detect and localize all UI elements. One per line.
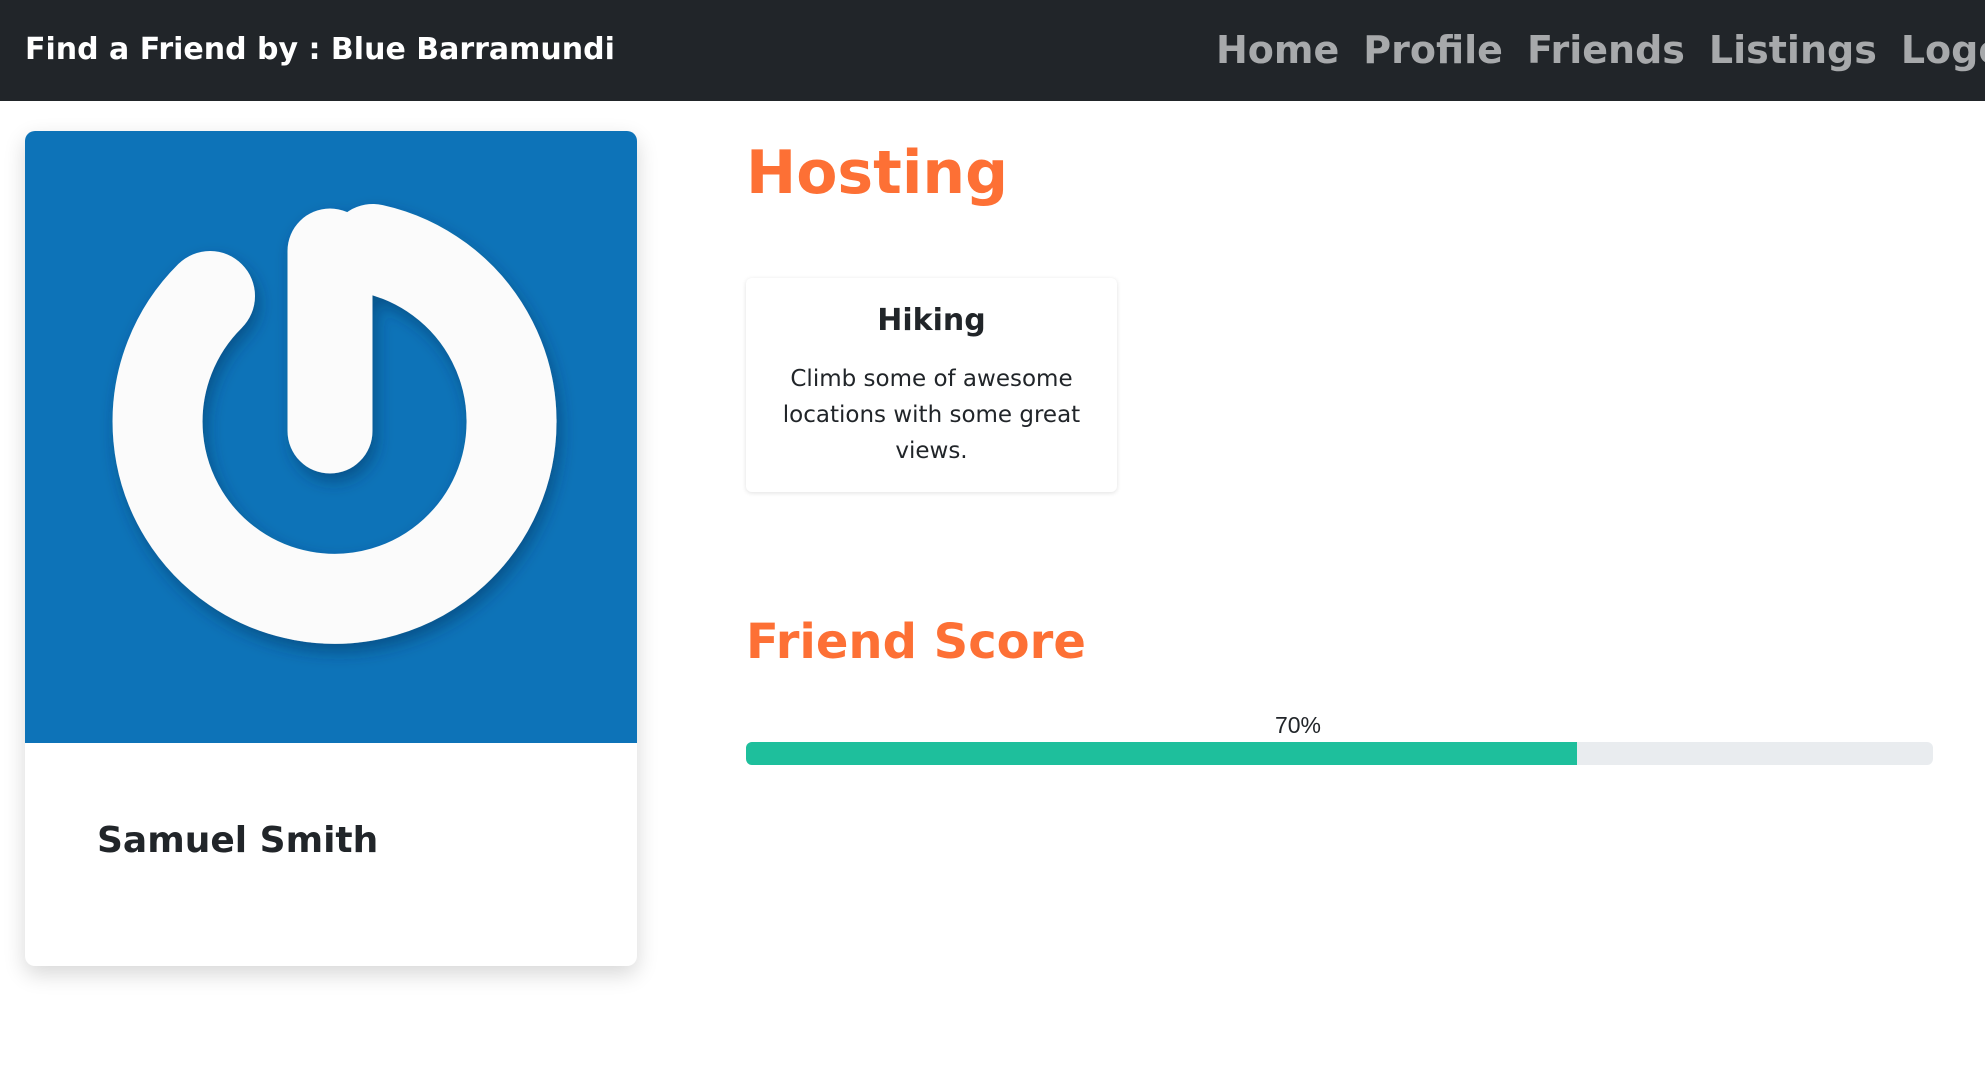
friend-score-progress-fill: [746, 742, 1577, 765]
profile-name: Samuel Smith: [97, 820, 379, 861]
nav-link-logout[interactable]: Logout: [1901, 24, 1985, 76]
nav-link-profile[interactable]: Profile: [1363, 24, 1503, 76]
nav-link-listings[interactable]: Listings: [1709, 24, 1877, 76]
listing-title: Hiking: [877, 303, 986, 338]
nav-links: Home Profile Friends Listings Logout: [1216, 24, 1985, 76]
profile-card: Samuel Smith: [25, 131, 637, 966]
power-icon: [112, 204, 557, 644]
nav-link-home[interactable]: Home: [1216, 24, 1339, 76]
navbar: Find a Friend by : Blue Barramundi Home …: [0, 0, 1985, 101]
nav-link-friends[interactable]: Friends: [1527, 24, 1685, 76]
hosting-title: Hosting: [746, 138, 1009, 208]
brand-title[interactable]: Find a Friend by : Blue Barramundi: [25, 30, 615, 70]
avatar: [25, 131, 637, 743]
friend-score-progress: [746, 742, 1933, 765]
friend-score-label: 70%: [1274, 712, 1322, 738]
listing-description: Climb some of awesome locations with som…: [782, 366, 1081, 464]
listing-card[interactable]: Hiking Climb some of awesome locations w…: [746, 278, 1117, 492]
friend-score-title: Friend Score: [746, 614, 1086, 670]
